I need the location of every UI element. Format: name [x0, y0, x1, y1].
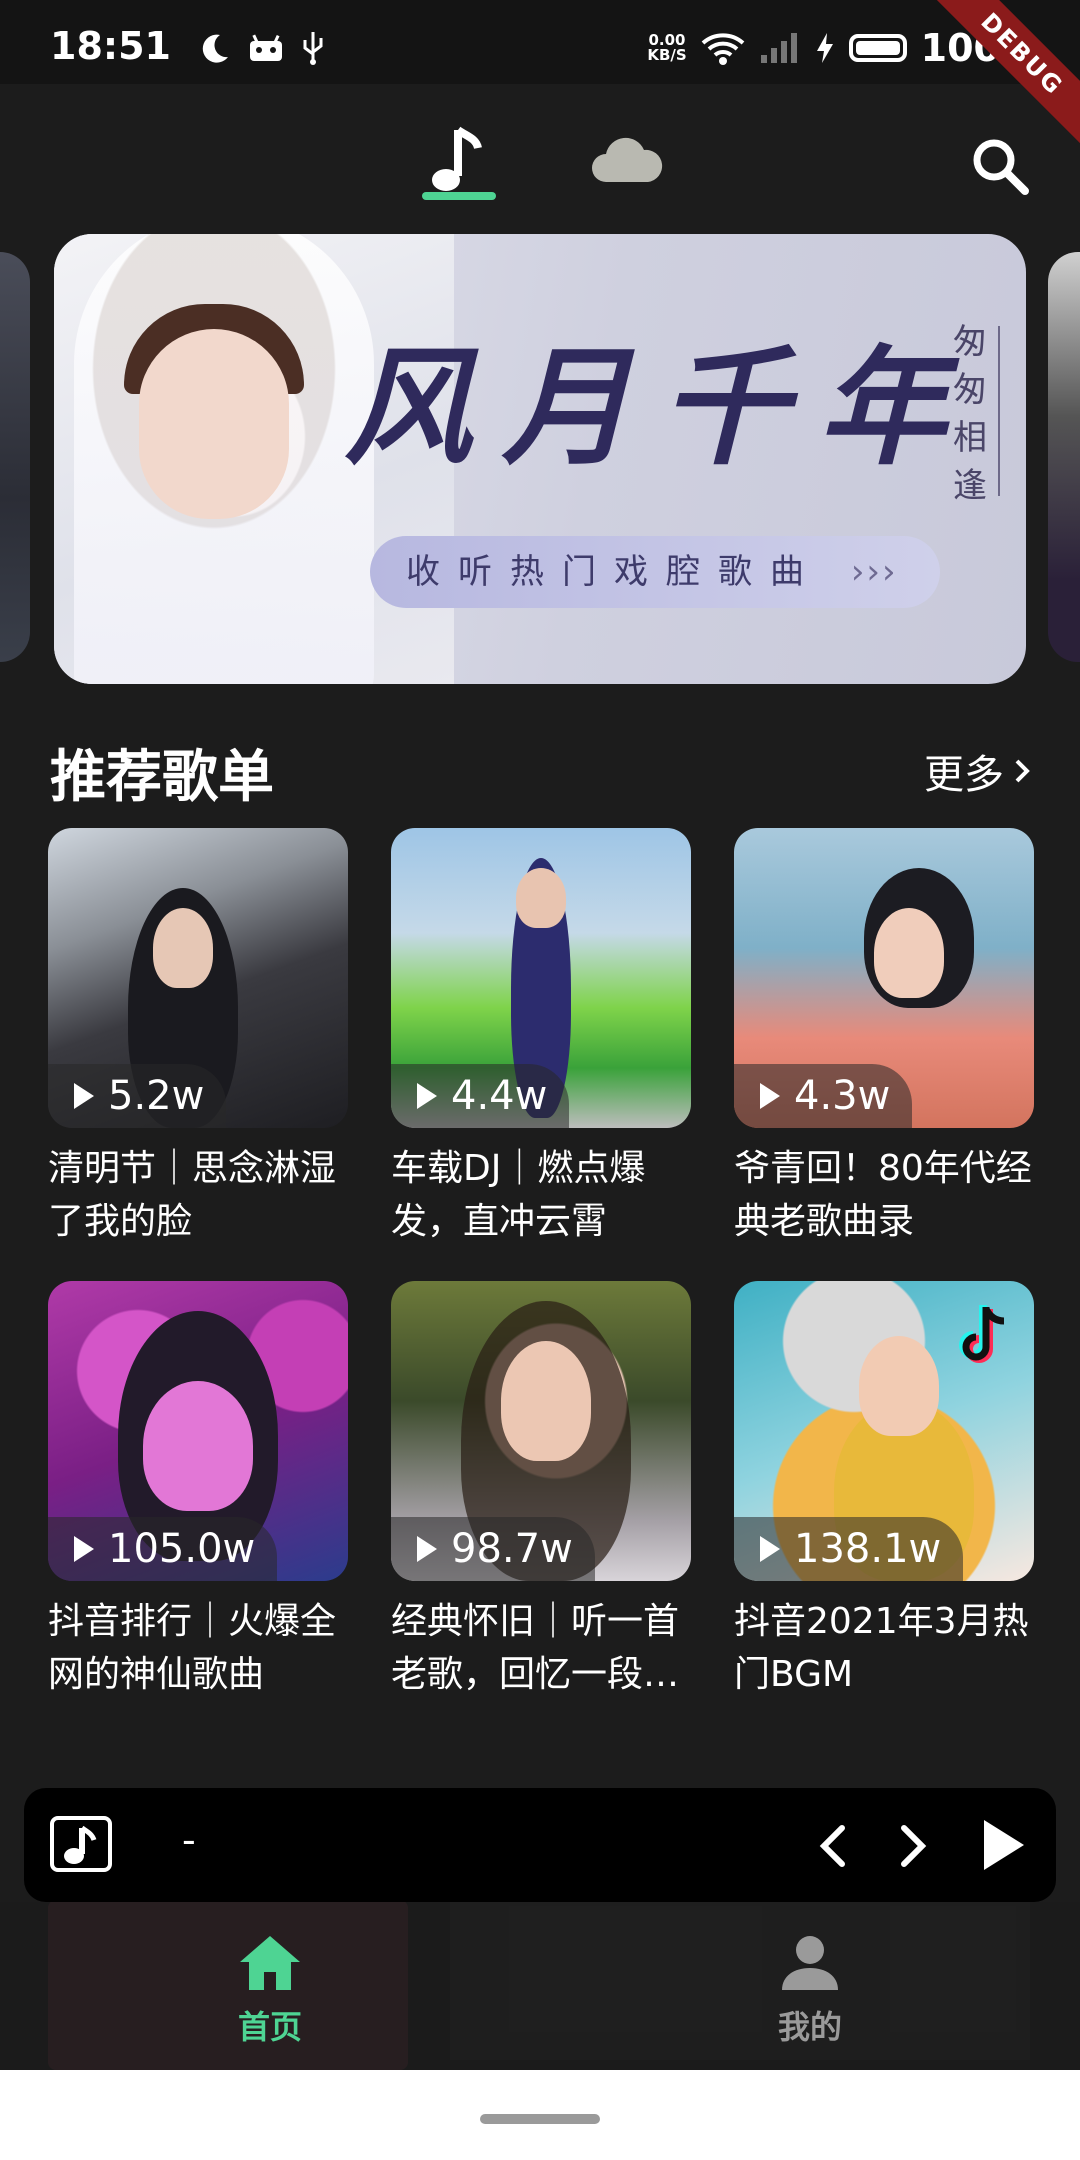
play-icon — [74, 1536, 94, 1562]
playlist-card[interactable]: 4.3w 爷青回！80年代经典老歌曲录 — [734, 828, 1034, 1248]
banner-side-char: 相 — [953, 418, 987, 458]
net-speed-unit: KB/S — [647, 46, 687, 64]
playlist-card[interactable]: 105.0w 抖音排行｜火爆全网的神仙歌曲 — [48, 1281, 348, 1701]
nav-item-home[interactable]: 首页 — [170, 1934, 370, 2048]
play-icon — [417, 1536, 437, 1562]
playlist-cover: 4.3w — [734, 828, 1034, 1128]
next-icon[interactable] — [880, 1816, 940, 1876]
play-count: 138.1w — [794, 1526, 942, 1572]
tiktok-logo-icon — [959, 1305, 1005, 1363]
banner-cta[interactable]: 收听热门戏腔歌曲 ››› — [370, 536, 940, 608]
status-left-icons — [198, 30, 326, 66]
cover-face — [143, 1381, 253, 1511]
banner-face — [139, 329, 289, 519]
status-bar: 18:51 0.00 KB/S 100 DEBUG — [0, 0, 1080, 148]
chevron-right-icon — [1015, 759, 1030, 783]
play-icon — [417, 1083, 437, 1109]
play-icon — [760, 1083, 780, 1109]
play-count: 4.4w — [451, 1073, 548, 1119]
wifi-icon — [701, 33, 745, 65]
play-count-badge: 4.4w — [391, 1064, 570, 1128]
playlist-title: 经典怀旧｜听一首老歌，回忆一段… — [391, 1601, 680, 1695]
banner-peek-previous[interactable] — [0, 252, 30, 662]
play-icon — [74, 1083, 94, 1109]
play-count-badge: 4.3w — [734, 1064, 913, 1128]
cover-face — [874, 908, 944, 998]
play-count-badge: 5.2w — [48, 1064, 227, 1128]
nav-label: 首页 — [237, 2008, 302, 2046]
playlist-cover: 105.0w — [48, 1281, 348, 1581]
cloud-icon[interactable] — [588, 130, 666, 190]
android-icon — [250, 34, 282, 61]
play-count: 4.3w — [794, 1073, 891, 1119]
search-icon[interactable] — [968, 134, 1032, 198]
nav-label: 我的 — [777, 2008, 842, 2046]
play-count-badge: 138.1w — [734, 1517, 964, 1581]
mini-player[interactable]: - — [24, 1788, 1056, 1902]
banner-peek-next[interactable] — [1048, 252, 1080, 662]
music-note-icon[interactable] — [50, 1816, 112, 1872]
playlist-card[interactable]: 4.4w 车载DJ｜燃点爆发，直冲云霄 — [391, 828, 691, 1248]
play-count-badge: 105.0w — [48, 1517, 278, 1581]
cover-face — [859, 1336, 939, 1436]
playlist-card[interactable]: 98.7w 经典怀旧｜听一首老歌，回忆一段… — [391, 1281, 691, 1701]
playlist-title: 抖音2021年3月热门BGM — [734, 1601, 1029, 1695]
banner-cta-label: 收听热门戏腔歌曲 — [406, 552, 822, 592]
playlist-card[interactable]: 138.1w 抖音2021年3月热门BGM — [734, 1281, 1034, 1701]
play-icon[interactable] — [968, 1812, 1034, 1878]
top-navigation — [0, 84, 1080, 214]
play-count: 98.7w — [451, 1526, 573, 1572]
playlist-title: 爷青回！80年代经典老歌曲录 — [734, 1148, 1032, 1242]
playlist-cover: 4.4w — [391, 828, 691, 1128]
status-right-icons: 0.00 KB/S 100 — [647, 26, 1000, 70]
net-speed: 0.00 KB/S — [647, 33, 686, 63]
bottom-navigation: 首页 我的 — [0, 1902, 1080, 2070]
playlist-cover: 138.1w — [734, 1281, 1034, 1581]
moon-icon — [202, 34, 228, 63]
cover-face — [153, 908, 213, 988]
home-icon — [240, 1936, 300, 1990]
usb-icon — [303, 32, 323, 65]
more-label: 更多 — [924, 752, 1004, 798]
play-icon — [760, 1536, 780, 1562]
playlist-title: 车载DJ｜燃点爆发，直冲云霄 — [391, 1148, 646, 1242]
section-title: 推荐歌单 — [50, 745, 274, 810]
more-button[interactable]: 更多 — [924, 742, 1030, 800]
cover-face — [501, 1341, 591, 1461]
battery-icon — [848, 34, 907, 62]
gesture-bar — [0, 2070, 1080, 2160]
player-song-title: - — [182, 1818, 196, 1862]
person-icon — [782, 1936, 838, 1990]
tab-active-indicator — [422, 192, 496, 200]
playlist-title: 抖音排行｜火爆全网的神仙歌曲 — [48, 1601, 337, 1695]
status-time: 18:51 — [50, 24, 171, 68]
play-count: 5.2w — [108, 1073, 205, 1119]
home-indicator[interactable] — [480, 2114, 600, 2124]
banner-divider — [998, 326, 1000, 496]
nav-item-mine[interactable]: 我的 — [710, 1934, 910, 2048]
playlist-cover: 98.7w — [391, 1281, 691, 1581]
playlist-cover: 5.2w — [48, 828, 348, 1128]
banner-card[interactable]: 风月千年 匆 匆 相 逢 收听热门戏腔歌曲 ››› — [54, 234, 1026, 684]
prev-icon[interactable] — [806, 1816, 866, 1876]
banner-side-text: 匆 匆 相 逢 — [950, 318, 990, 510]
play-count: 105.0w — [108, 1526, 256, 1572]
banner-side-char: 匆 — [953, 322, 987, 362]
cover-face — [516, 868, 566, 928]
banner-side-char: 匆 — [953, 370, 987, 410]
playlist-title: 清明节｜思念淋湿了我的脸 — [48, 1148, 337, 1242]
banner-title: 风月千年 — [344, 333, 977, 483]
playlist-card[interactable]: 5.2w 清明节｜思念淋湿了我的脸 — [48, 828, 348, 1248]
banner-side-char: 逢 — [953, 466, 987, 506]
banner-cta-arrows: ››› — [850, 552, 898, 592]
play-count-badge: 98.7w — [391, 1517, 595, 1581]
banner-carousel[interactable]: 风月千年 匆 匆 相 逢 收听热门戏腔歌曲 ››› — [0, 234, 1080, 684]
signal-icon — [760, 33, 797, 63]
charging-icon — [816, 33, 833, 63]
